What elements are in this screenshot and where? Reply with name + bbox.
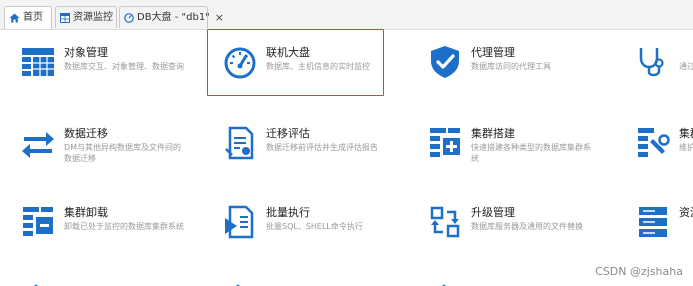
- row4-partial-icon-2: [228, 279, 248, 286]
- tile-cluster-maintenance-desc: 维护: [679, 143, 693, 152]
- tile-diagnosis-desc: 通过: [679, 62, 693, 71]
- tab-bar: 首页 资源监控 × DB大盘 - "db1" ×: [0, 0, 693, 30]
- tab-db-dashboard-close-icon[interactable]: ×: [215, 12, 224, 23]
- transfer-arrows-icon: [20, 125, 56, 161]
- tile-object-management-title: 对象管理: [64, 46, 108, 59]
- batch-execute-icon: [222, 204, 258, 240]
- stethoscope-icon: [635, 44, 671, 80]
- tile-migration-assessment[interactable]: 迁移评估 数据迁移前评估并生成评估报告: [222, 125, 412, 181]
- tile-resource-title: 资源: [679, 206, 693, 219]
- tile-data-migration-desc: DM与其他异构数据库及文件间的数据迁移: [64, 143, 182, 163]
- tile-upgrade-management-desc: 数据库服务器及通用的文件替换: [471, 222, 583, 231]
- tab-home[interactable]: 首页: [4, 6, 52, 29]
- tile-data-migration-title: 数据迁移: [64, 127, 108, 140]
- tab-db-dashboard[interactable]: DB大盘 - "db1" ×: [119, 6, 224, 28]
- tile-migration-assessment-desc: 数据迁移前评估并生成评估报告: [266, 143, 378, 152]
- tile-object-management[interactable]: 对象管理 数据库交互、对象管理、数据查询: [20, 44, 210, 100]
- row4-partial-icon-1: [26, 279, 46, 286]
- tile-upgrade-management[interactable]: 升级管理 数据库服务器及通用的文件替换: [427, 204, 617, 260]
- tile-cluster-maintenance-title: 集群: [679, 127, 693, 140]
- tile-cluster-build[interactable]: 集群搭建 快速搭建各种类型的数据库集群系统: [427, 125, 617, 181]
- tile-proxy-management-title: 代理管理: [471, 46, 515, 59]
- tile-proxy-management-desc: 数据库访问的代理工具: [471, 62, 551, 71]
- gauge-icon: [124, 12, 134, 23]
- tile-cluster-build-desc: 快速搭建各种类型的数据库集群系统: [471, 143, 591, 163]
- tile-cluster-maintenance-partial[interactable]: 集群 维护: [635, 125, 693, 181]
- home-icon: [9, 13, 20, 23]
- tab-resource-monitor[interactable]: 资源监控 ×: [55, 6, 127, 28]
- tile-migration-assessment-title: 迁移评估: [266, 127, 310, 140]
- tile-batch-execute-title: 批量执行: [266, 206, 310, 219]
- tile-proxy-management[interactable]: 代理管理 数据库访问的代理工具: [427, 44, 617, 100]
- tile-batch-execute[interactable]: 批量执行 批量SQL、SHELL命令执行: [222, 204, 412, 260]
- tab-resource-monitor-label: 资源监控: [73, 11, 113, 23]
- tile-batch-execute-desc: 批量SQL、SHELL命令执行: [266, 222, 363, 231]
- tile-cluster-build-title: 集群搭建: [471, 127, 515, 140]
- tile-data-migration[interactable]: 数据迁移 DM与其他异构数据库及文件间的数据迁移: [20, 125, 210, 181]
- highlight-box: [207, 29, 384, 96]
- cluster-uninstall-icon: [20, 204, 56, 240]
- tile-diagnosis-partial[interactable]: 通过: [635, 44, 693, 100]
- tile-cluster-uninstall-desc: 卸载已处于监控的数据库集群系统: [64, 222, 184, 231]
- tab-home-label: 首页: [23, 12, 43, 23]
- table-grid-icon: [60, 12, 70, 23]
- upgrade-icon: [427, 204, 463, 240]
- tile-object-management-desc: 数据库交互、对象管理、数据查询: [64, 62, 184, 71]
- tile-cluster-uninstall[interactable]: 集群卸载 卸载已处于监控的数据库集群系统: [20, 204, 210, 260]
- object-management-icon: [20, 44, 56, 80]
- tab-db-dashboard-label: DB大盘 - "db1": [137, 11, 210, 23]
- cluster-maintenance-icon: [635, 125, 671, 161]
- tile-upgrade-management-title: 升级管理: [471, 206, 515, 219]
- row4-partial-icon-3: [434, 279, 454, 286]
- assessment-report-icon: [222, 125, 258, 161]
- tile-cluster-uninstall-title: 集群卸载: [64, 206, 108, 219]
- cluster-build-icon: [427, 125, 463, 161]
- watermark: CSDN @zjshaha: [595, 265, 683, 278]
- resource-list-icon: [635, 204, 671, 240]
- shield-check-icon: [427, 44, 463, 80]
- tile-resource-partial[interactable]: 资源: [635, 204, 693, 260]
